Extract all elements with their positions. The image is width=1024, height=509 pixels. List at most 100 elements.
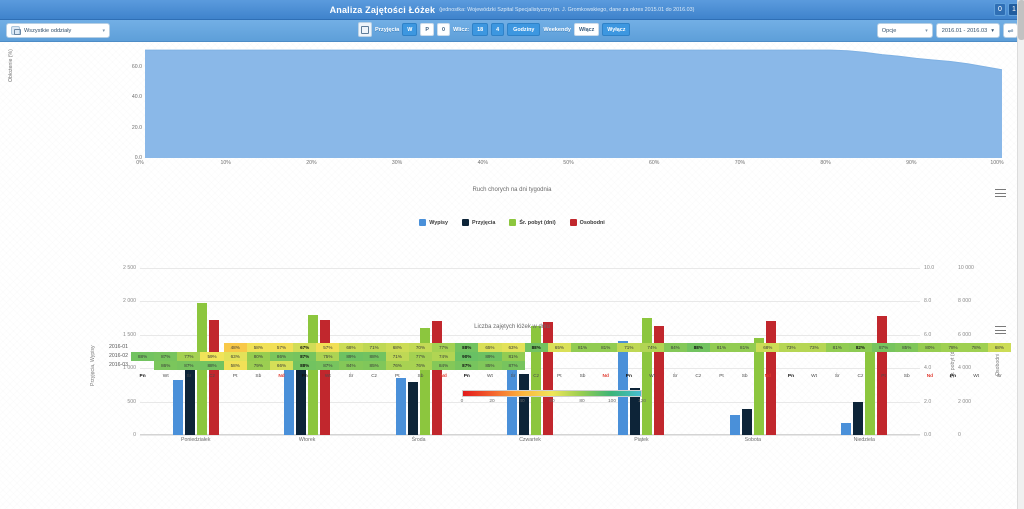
heatmap-cell[interactable]: 71% bbox=[617, 343, 641, 352]
legend-item[interactable]: Przyjęcia bbox=[462, 219, 495, 226]
heatmap-cell[interactable] bbox=[918, 352, 941, 361]
heatmap-cell[interactable]: 58% bbox=[223, 361, 247, 370]
heatmap-cell[interactable] bbox=[131, 343, 154, 352]
heatmap-cell[interactable]: 74% bbox=[640, 343, 664, 352]
admissions-option-0[interactable]: 0 bbox=[436, 23, 450, 36]
heatmap-cell[interactable]: 89% bbox=[339, 352, 363, 361]
heatmap-cell[interactable] bbox=[131, 361, 154, 370]
heatmap-cell[interactable]: 87% bbox=[293, 352, 317, 361]
heatmap-cell[interactable]: 88% bbox=[200, 361, 224, 370]
heatmap-cell[interactable]: 75% bbox=[316, 352, 340, 361]
heatmap-cell[interactable] bbox=[617, 361, 640, 370]
vertical-scrollbar[interactable] bbox=[1017, 0, 1024, 509]
heatmap-cell[interactable] bbox=[918, 361, 941, 370]
heatmap-cell[interactable]: 81% bbox=[594, 343, 618, 352]
heatmap-cell[interactable] bbox=[571, 352, 594, 361]
heatmap-cell[interactable] bbox=[640, 361, 663, 370]
heatmap-cell[interactable]: 57% bbox=[316, 343, 340, 352]
include-option-hours[interactable]: Godziny bbox=[507, 23, 541, 36]
heatmap-cell[interactable]: 87% bbox=[872, 343, 896, 352]
heatmap-cell[interactable] bbox=[965, 352, 988, 361]
heatmap-cell[interactable] bbox=[571, 361, 594, 370]
heatmap-cell[interactable] bbox=[803, 352, 826, 361]
heatmap-cell[interactable]: 77% bbox=[177, 352, 201, 361]
heatmap-cell[interactable]: 81% bbox=[733, 343, 757, 352]
heatmap-cell[interactable] bbox=[710, 352, 733, 361]
heatmap-cell[interactable]: 79% bbox=[246, 361, 270, 370]
bar-chart-menu-icon[interactable] bbox=[995, 189, 1006, 198]
heatmap-cell[interactable]: 88% bbox=[686, 343, 710, 352]
legend-item[interactable]: Śr. pobyt (dni) bbox=[509, 219, 556, 226]
heatmap-cell[interactable] bbox=[872, 352, 895, 361]
include-option-4[interactable]: 4 bbox=[491, 23, 505, 36]
heatmap-cell[interactable]: 88% bbox=[362, 352, 386, 361]
heatmap-cell[interactable]: 81% bbox=[709, 343, 734, 352]
heatmap-cell[interactable]: 68% bbox=[385, 343, 409, 352]
heatmap-cell[interactable]: 63% bbox=[501, 343, 525, 352]
heatmap-cell[interactable]: 88% bbox=[293, 361, 317, 370]
heatmap-cell[interactable]: 89% bbox=[478, 352, 502, 361]
heatmap-cell[interactable]: 73% bbox=[779, 343, 803, 352]
heatmap-cell[interactable] bbox=[895, 352, 918, 361]
heatmap-cell[interactable]: 87% bbox=[316, 361, 340, 370]
unit-select[interactable]: Wszystkie oddziały ▾ bbox=[6, 23, 110, 38]
heatmap-cell[interactable]: 71% bbox=[385, 352, 409, 361]
heatmap-cell[interactable]: 59% bbox=[200, 352, 224, 361]
legend-item[interactable]: Osobodni bbox=[569, 219, 605, 226]
heatmap-menu-icon[interactable] bbox=[995, 326, 1006, 335]
heatmap-cell[interactable] bbox=[594, 361, 617, 370]
heatmap-cell[interactable] bbox=[941, 352, 964, 361]
heatmap-cell[interactable] bbox=[803, 361, 826, 370]
refresh-icon[interactable]: ⇌ bbox=[1003, 23, 1018, 38]
heatmap-cell[interactable]: 76% bbox=[408, 361, 433, 370]
heatmap-cell[interactable]: 58% bbox=[246, 343, 270, 352]
heatmap-cell[interactable] bbox=[733, 361, 756, 370]
heatmap-cell[interactable]: 85% bbox=[478, 361, 502, 370]
heatmap-cell[interactable]: 84% bbox=[663, 343, 687, 352]
heatmap-cell[interactable]: 86% bbox=[154, 361, 178, 370]
heatmap-cell[interactable] bbox=[154, 343, 177, 352]
heatmap-cell[interactable] bbox=[756, 352, 779, 361]
minimize-button[interactable]: 0 bbox=[994, 3, 1006, 16]
heatmap-cell[interactable] bbox=[849, 352, 872, 361]
heatmap-cell[interactable]: 73% bbox=[802, 343, 826, 352]
heatmap-cell[interactable] bbox=[941, 361, 964, 370]
admissions-option-p[interactable]: P bbox=[420, 23, 434, 36]
heatmap-cell[interactable] bbox=[965, 361, 988, 370]
heatmap-cell[interactable] bbox=[548, 352, 571, 361]
date-range-select[interactable]: 2016.01 - 2016.03 ▾ bbox=[935, 23, 1000, 38]
heatmap-cell[interactable]: 84% bbox=[339, 361, 363, 370]
heatmap-cell[interactable] bbox=[594, 352, 617, 361]
heatmap-cell[interactable]: 77% bbox=[408, 352, 433, 361]
heatmap-cell[interactable]: 71% bbox=[362, 343, 386, 352]
heatmap-cell[interactable] bbox=[872, 361, 895, 370]
heatmap-cell[interactable]: 88% bbox=[131, 352, 155, 361]
heatmap-cell[interactable] bbox=[525, 352, 548, 361]
grid-toggle-button[interactable] bbox=[358, 22, 372, 37]
heatmap-cell[interactable] bbox=[687, 352, 710, 361]
heatmap-cell[interactable] bbox=[988, 352, 1011, 361]
heatmap-cell[interactable]: 67% bbox=[293, 343, 317, 352]
heatmap-cell[interactable] bbox=[756, 361, 779, 370]
heatmap-cell[interactable] bbox=[826, 361, 849, 370]
heatmap-cell[interactable]: 88% bbox=[524, 343, 548, 352]
include-option-18[interactable]: 18 bbox=[472, 23, 489, 36]
heatmap-cell[interactable] bbox=[640, 352, 663, 361]
heatmap-cell[interactable]: 70% bbox=[408, 343, 433, 352]
heatmap-cell[interactable] bbox=[200, 343, 223, 352]
heatmap-cell[interactable] bbox=[895, 361, 918, 370]
heatmap-cell[interactable]: 87% bbox=[154, 352, 178, 361]
heatmap-cell[interactable]: 68% bbox=[756, 343, 780, 352]
heatmap-cell[interactable]: 82% bbox=[848, 343, 872, 352]
heatmap-cell[interactable]: 76% bbox=[385, 361, 409, 370]
options-select[interactable]: Opcje ▾ bbox=[876, 23, 933, 38]
heatmap-cell[interactable]: 88% bbox=[455, 343, 479, 352]
heatmap-cell[interactable]: 57% bbox=[269, 343, 294, 352]
weekend-on-button[interactable]: Włącz bbox=[573, 23, 600, 36]
heatmap-cell[interactable]: 48% bbox=[223, 343, 247, 352]
heatmap-cell[interactable]: 78% bbox=[964, 343, 988, 352]
heatmap-cell[interactable]: 81% bbox=[825, 343, 849, 352]
heatmap-cell[interactable] bbox=[849, 361, 872, 370]
heatmap-cell[interactable] bbox=[548, 361, 571, 370]
heatmap-cell[interactable]: 65% bbox=[547, 343, 571, 352]
